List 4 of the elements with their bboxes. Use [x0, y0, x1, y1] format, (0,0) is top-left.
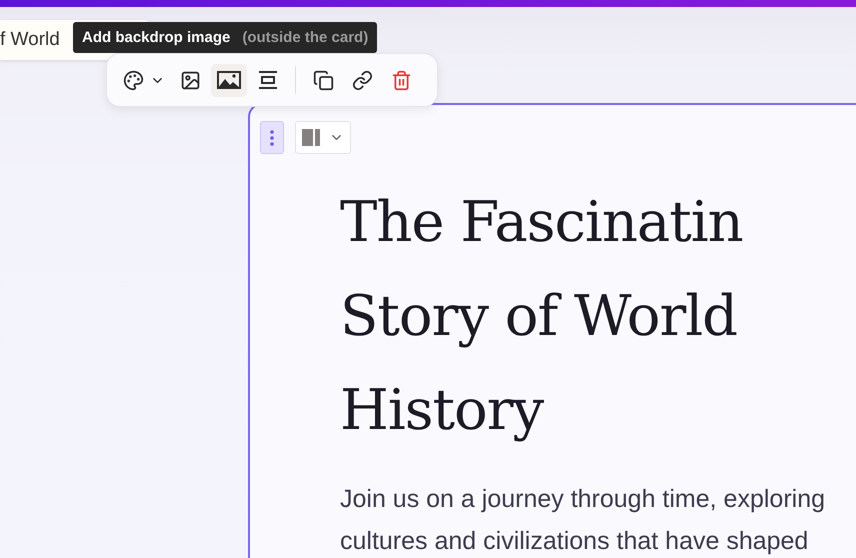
tooltip-label: Add backdrop image — [82, 29, 230, 46]
card-title: The Fascinatin Story of World History — [340, 189, 744, 445]
card-body-text: Join us on a journey through time, exploring cultures and civilizations that have shaped — [340, 484, 826, 557]
tooltip-hint: (outside the card) — [242, 29, 368, 46]
